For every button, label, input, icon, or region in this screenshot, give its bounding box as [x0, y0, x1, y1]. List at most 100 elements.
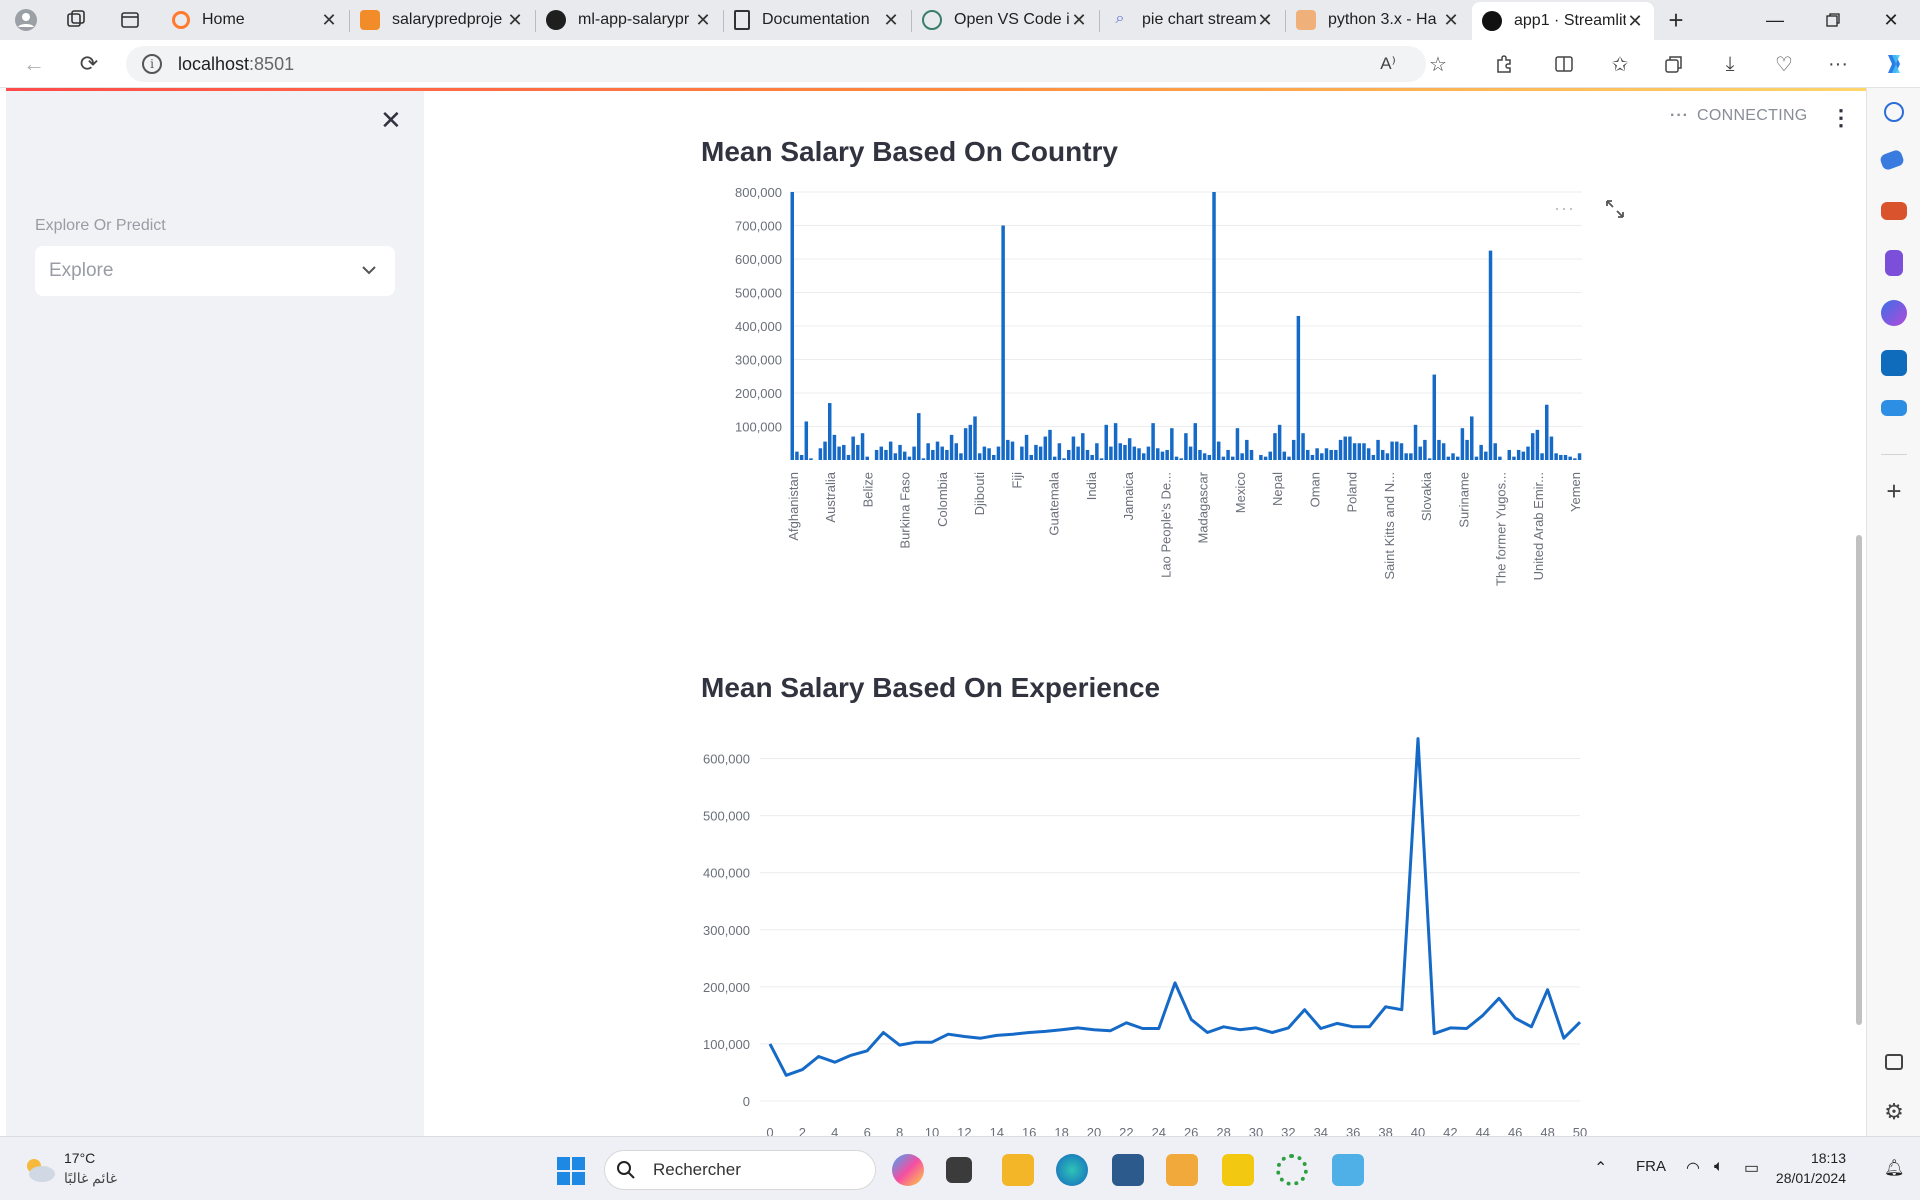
site-info-icon[interactable]: i — [142, 54, 162, 74]
x-tick-label: The former Yugos... — [1494, 472, 1509, 586]
mysql-workbench-icon[interactable] — [1112, 1154, 1144, 1186]
tab-home[interactable]: Home ✕ — [162, 0, 348, 40]
collections-icon[interactable] — [1660, 50, 1688, 78]
language-indicator[interactable]: FRA — [1636, 1158, 1666, 1175]
x-tick-label: 6 — [864, 1125, 871, 1136]
favorites-icon[interactable]: ✩ — [1606, 50, 1634, 78]
tab-pie-chart-search[interactable]: ⌕ pie chart stream ✕ — [1100, 0, 1284, 40]
bar — [1446, 456, 1451, 460]
task-view-icon[interactable] — [946, 1157, 972, 1183]
x-tick-label: Saint Kitts and N... — [1382, 472, 1397, 580]
scrollbar[interactable] — [1856, 535, 1862, 1025]
bar — [1413, 424, 1418, 460]
bar — [1001, 225, 1005, 460]
wifi-icon[interactable]: ◠ — [1686, 1158, 1700, 1178]
close-sidebar-icon[interactable]: ✕ — [380, 105, 402, 136]
home-favicon-icon — [172, 11, 190, 29]
bar — [1263, 456, 1268, 460]
close-icon[interactable]: ✕ — [1442, 10, 1460, 31]
x-tick-label: Lao People's De... — [1158, 472, 1173, 578]
tab-salarypredproject[interactable]: salarypredproje ✕ — [350, 0, 534, 40]
edge-browser-icon[interactable] — [1056, 1154, 1088, 1186]
anaconda-icon[interactable] — [1276, 1154, 1308, 1186]
read-aloud-icon[interactable]: A⁾ — [1374, 50, 1402, 78]
bar — [1343, 436, 1347, 460]
close-icon[interactable]: ✕ — [1256, 10, 1274, 31]
minimize-icon[interactable]: — — [1746, 0, 1804, 40]
search-icon[interactable] — [1884, 102, 1904, 122]
power-bi-icon[interactable] — [1222, 1154, 1254, 1186]
outlook-icon[interactable] — [1881, 350, 1907, 376]
taskbar-search-input[interactable]: Rechercher — [604, 1150, 876, 1190]
clock-date[interactable]: 28/01/2024 — [1770, 1170, 1846, 1186]
more-icon[interactable]: ··· — [1824, 50, 1852, 78]
bar — [1179, 458, 1183, 460]
split-screen-icon[interactable] — [1550, 50, 1578, 78]
microsoft365-icon[interactable] — [1881, 300, 1907, 326]
bar — [898, 444, 902, 460]
explore-predict-select[interactable]: Explore — [35, 246, 395, 296]
bar — [1020, 446, 1024, 460]
x-tick-label: 34 — [1314, 1125, 1328, 1136]
notepad-icon[interactable] — [1332, 1154, 1364, 1186]
fullscreen-icon[interactable] — [1604, 198, 1628, 222]
tab-documentation[interactable]: Documentation ✕ — [724, 0, 910, 40]
document-icon — [734, 10, 750, 30]
close-icon[interactable]: ✕ — [1626, 11, 1644, 32]
back-icon[interactable]: ← — [20, 50, 48, 78]
workspaces-icon[interactable] — [64, 8, 88, 32]
y-tick-label: 600,000 — [735, 252, 782, 267]
settings-gear-icon[interactable]: ⚙ — [1881, 1100, 1907, 1126]
tab-github[interactable]: ml-app-salarypr ✕ — [536, 0, 722, 40]
close-icon[interactable]: ✕ — [882, 10, 900, 31]
close-icon[interactable]: ✕ — [1070, 10, 1088, 31]
copilot-app-icon[interactable] — [892, 1154, 924, 1186]
volume-icon[interactable]: 🔈︎ — [1714, 1158, 1724, 1176]
notifications-icon[interactable]: 🔔︎ — [1884, 1158, 1904, 1178]
clock-time[interactable]: 18:13 — [1786, 1150, 1846, 1166]
bar — [860, 433, 865, 460]
shopping-tag-icon[interactable] — [1878, 148, 1906, 172]
downloads-icon[interactable]: ⤓ — [1716, 50, 1744, 78]
new-tab-icon[interactable]: + — [1664, 5, 1688, 35]
bar — [1123, 444, 1127, 460]
performance-icon[interactable]: ♡ — [1770, 50, 1798, 78]
sidebar-toggle-icon[interactable] — [1885, 1054, 1903, 1070]
bar — [1062, 458, 1066, 460]
bar — [1540, 453, 1544, 460]
battery-icon[interactable]: ▭ — [1744, 1158, 1759, 1178]
profile-icon[interactable] — [14, 8, 38, 32]
close-icon[interactable]: ✕ — [320, 10, 338, 31]
games-icon[interactable] — [1885, 250, 1903, 276]
close-icon[interactable]: ✕ — [694, 10, 712, 31]
tab-streamlit-app[interactable]: app1 · Streamlit ✕ — [1472, 2, 1654, 40]
copilot-icon[interactable] — [1880, 50, 1908, 78]
close-icon[interactable]: ✕ — [506, 10, 524, 31]
tab-actions-icon[interactable] — [118, 8, 142, 32]
close-window-icon[interactable]: ✕ — [1862, 0, 1920, 40]
windows-start-icon[interactable] — [556, 1156, 586, 1186]
bar — [1277, 424, 1282, 460]
x-tick-label: 0 — [766, 1125, 773, 1136]
favorite-star-icon[interactable]: ☆ — [1424, 50, 1452, 78]
bar — [1470, 416, 1474, 460]
weather-cloud-icon[interactable] — [20, 1154, 58, 1186]
restore-icon[interactable] — [1804, 0, 1862, 40]
tab-python-question[interactable]: python 3.x - Ha ✕ — [1286, 0, 1470, 40]
y-tick-label: 0 — [743, 1094, 750, 1109]
main-menu-icon[interactable]: ⋮ — [1830, 105, 1852, 131]
extensions-icon[interactable] — [1490, 50, 1518, 78]
bar — [992, 454, 996, 460]
add-icon[interactable]: + — [1881, 478, 1907, 506]
tools-icon[interactable] — [1881, 202, 1907, 220]
address-bar[interactable]: i localhost:8501 — [126, 46, 1426, 82]
chart-toolbar-icon[interactable]: ··· — [1554, 198, 1575, 219]
bar — [837, 446, 841, 460]
tab-open-vscode[interactable]: Open VS Code i ✕ — [912, 0, 1098, 40]
chevron-up-icon[interactable]: ⌃ — [1594, 1158, 1607, 1178]
reload-icon[interactable]: ⟳ — [75, 50, 103, 78]
xampp-icon[interactable] — [1166, 1154, 1198, 1186]
send-icon[interactable] — [1881, 400, 1907, 416]
bar — [1329, 449, 1333, 460]
file-explorer-icon[interactable] — [1002, 1154, 1034, 1186]
